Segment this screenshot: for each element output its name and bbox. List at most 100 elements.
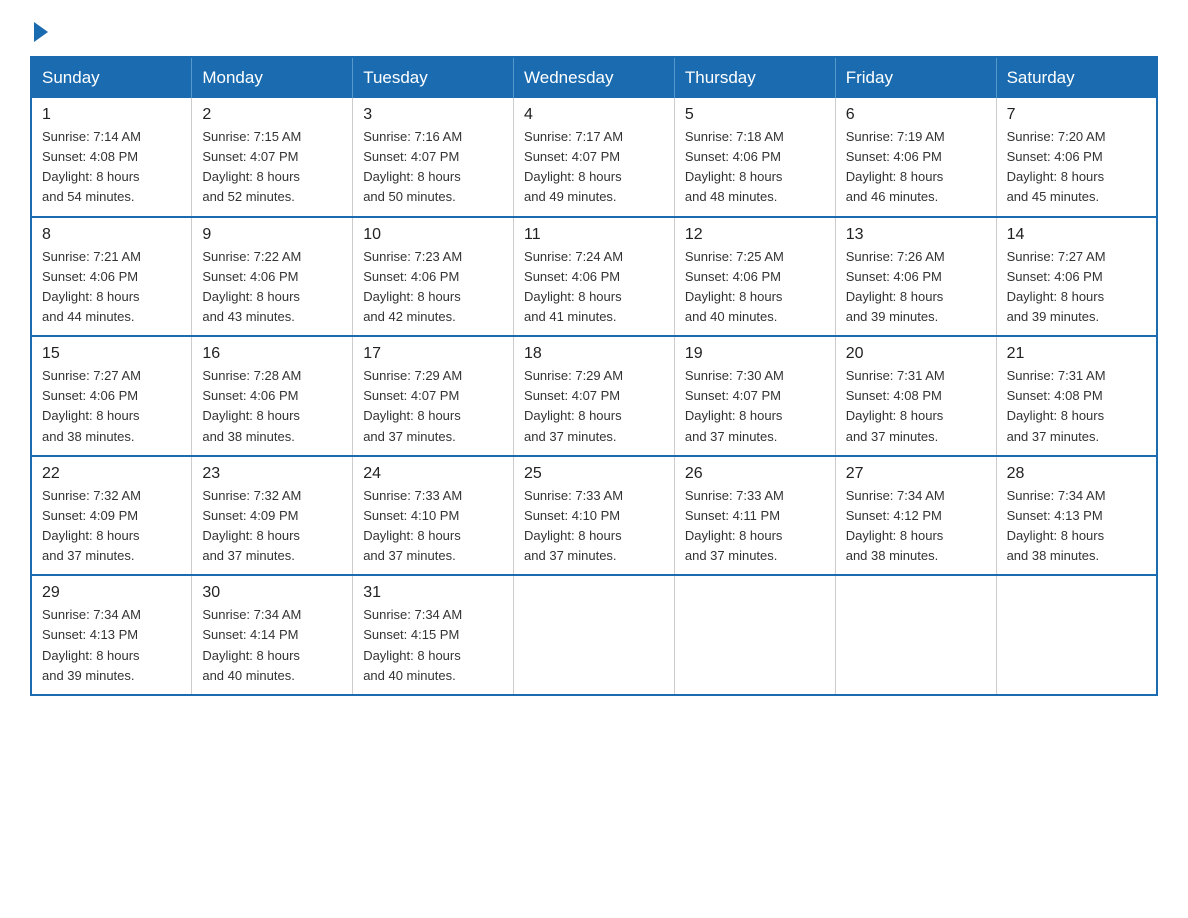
day-number: 20 xyxy=(846,345,986,363)
calendar-day-cell xyxy=(514,575,675,695)
calendar-day-cell: 28 Sunrise: 7:34 AMSunset: 4:13 PMDayligh… xyxy=(996,456,1157,576)
calendar-day-cell xyxy=(674,575,835,695)
calendar-day-cell: 29 Sunrise: 7:34 AMSunset: 4:13 PMDayligh… xyxy=(31,575,192,695)
day-number: 16 xyxy=(202,345,342,363)
day-number: 2 xyxy=(202,106,342,124)
calendar-day-cell: 19 Sunrise: 7:30 AMSunset: 4:07 PMDayligh… xyxy=(674,336,835,456)
day-of-week-header: Friday xyxy=(835,57,996,98)
calendar-day-cell: 26Sunrise: 7:33 AMSunset: 4:11 PMDayligh… xyxy=(674,456,835,576)
calendar-day-cell: 6 Sunrise: 7:19 AMSunset: 4:06 PMDaylight… xyxy=(835,98,996,217)
day-info: Sunrise: 7:14 AMSunset: 4:08 PMDaylight:… xyxy=(42,127,181,208)
day-number: 4 xyxy=(524,106,664,124)
calendar-day-cell: 20 Sunrise: 7:31 AMSunset: 4:08 PMDayligh… xyxy=(835,336,996,456)
day-info: Sunrise: 7:34 AMSunset: 4:12 PMDaylight:… xyxy=(846,486,986,567)
calendar-day-cell: 4Sunrise: 7:17 AMSunset: 4:07 PMDaylight… xyxy=(514,98,675,217)
calendar-day-cell: 13 Sunrise: 7:26 AMSunset: 4:06 PMDayligh… xyxy=(835,217,996,337)
day-number: 29 xyxy=(42,584,181,602)
day-number: 27 xyxy=(846,465,986,483)
logo-top xyxy=(30,20,48,42)
calendar-day-cell: 30 Sunrise: 7:34 AMSunset: 4:14 PMDayligh… xyxy=(192,575,353,695)
day-number: 18 xyxy=(524,345,664,363)
day-info: Sunrise: 7:32 AMSunset: 4:09 PMDaylight:… xyxy=(42,486,181,567)
day-info: Sunrise: 7:33 AMSunset: 4:10 PMDaylight:… xyxy=(524,486,664,567)
day-info: Sunrise: 7:34 AMSunset: 4:15 PMDaylight:… xyxy=(363,605,503,686)
calendar-day-cell: 17 Sunrise: 7:29 AMSunset: 4:07 PMDayligh… xyxy=(353,336,514,456)
day-number: 1 xyxy=(42,106,181,124)
day-number: 31 xyxy=(363,584,503,602)
calendar-header-row: SundayMondayTuesdayWednesdayThursdayFrid… xyxy=(31,57,1157,98)
calendar-day-cell: 23Sunrise: 7:32 AMSunset: 4:09 PMDayligh… xyxy=(192,456,353,576)
calendar-day-cell: 16 Sunrise: 7:28 AMSunset: 4:06 PMDayligh… xyxy=(192,336,353,456)
calendar-day-cell: 10Sunrise: 7:23 AMSunset: 4:06 PMDayligh… xyxy=(353,217,514,337)
day-number: 7 xyxy=(1007,106,1146,124)
day-info: Sunrise: 7:31 AMSunset: 4:08 PMDaylight:… xyxy=(846,366,986,447)
day-info: Sunrise: 7:24 AMSunset: 4:06 PMDaylight:… xyxy=(524,247,664,328)
calendar-day-cell: 27 Sunrise: 7:34 AMSunset: 4:12 PMDayligh… xyxy=(835,456,996,576)
day-number: 30 xyxy=(202,584,342,602)
day-info: Sunrise: 7:28 AMSunset: 4:06 PMDaylight:… xyxy=(202,366,342,447)
day-number: 28 xyxy=(1007,465,1146,483)
day-of-week-header: Sunday xyxy=(31,57,192,98)
day-number: 25 xyxy=(524,465,664,483)
day-number: 12 xyxy=(685,226,825,244)
day-info: Sunrise: 7:34 AMSunset: 4:13 PMDaylight:… xyxy=(42,605,181,686)
day-info: Sunrise: 7:26 AMSunset: 4:06 PMDaylight:… xyxy=(846,247,986,328)
calendar-day-cell: 24 Sunrise: 7:33 AMSunset: 4:10 PMDayligh… xyxy=(353,456,514,576)
day-info: Sunrise: 7:34 AMSunset: 4:14 PMDaylight:… xyxy=(202,605,342,686)
day-info: Sunrise: 7:27 AMSunset: 4:06 PMDaylight:… xyxy=(42,366,181,447)
day-info: Sunrise: 7:34 AMSunset: 4:13 PMDaylight:… xyxy=(1007,486,1146,567)
logo xyxy=(30,20,48,38)
day-info: Sunrise: 7:16 AMSunset: 4:07 PMDaylight:… xyxy=(363,127,503,208)
calendar-day-cell: 8 Sunrise: 7:21 AMSunset: 4:06 PMDaylight… xyxy=(31,217,192,337)
day-info: Sunrise: 7:33 AMSunset: 4:10 PMDaylight:… xyxy=(363,486,503,567)
day-info: Sunrise: 7:33 AMSunset: 4:11 PMDaylight:… xyxy=(685,486,825,567)
day-number: 11 xyxy=(524,226,664,244)
logo-arrow-icon xyxy=(34,22,48,42)
calendar-day-cell xyxy=(835,575,996,695)
day-info: Sunrise: 7:21 AMSunset: 4:06 PMDaylight:… xyxy=(42,247,181,328)
day-number: 13 xyxy=(846,226,986,244)
day-info: Sunrise: 7:22 AMSunset: 4:06 PMDaylight:… xyxy=(202,247,342,328)
day-number: 19 xyxy=(685,345,825,363)
day-of-week-header: Wednesday xyxy=(514,57,675,98)
calendar-day-cell xyxy=(996,575,1157,695)
calendar-week-row: 22 Sunrise: 7:32 AMSunset: 4:09 PMDayligh… xyxy=(31,456,1157,576)
day-number: 10 xyxy=(363,226,503,244)
calendar-day-cell: 3 Sunrise: 7:16 AMSunset: 4:07 PMDaylight… xyxy=(353,98,514,217)
calendar-week-row: 1 Sunrise: 7:14 AMSunset: 4:08 PMDaylight… xyxy=(31,98,1157,217)
day-number: 3 xyxy=(363,106,503,124)
day-info: Sunrise: 7:27 AMSunset: 4:06 PMDaylight:… xyxy=(1007,247,1146,328)
day-number: 21 xyxy=(1007,345,1146,363)
day-of-week-header: Saturday xyxy=(996,57,1157,98)
day-info: Sunrise: 7:18 AMSunset: 4:06 PMDaylight:… xyxy=(685,127,825,208)
calendar-table: SundayMondayTuesdayWednesdayThursdayFrid… xyxy=(30,56,1158,696)
day-info: Sunrise: 7:19 AMSunset: 4:06 PMDaylight:… xyxy=(846,127,986,208)
calendar-day-cell: 12Sunrise: 7:25 AMSunset: 4:06 PMDayligh… xyxy=(674,217,835,337)
calendar-day-cell: 5Sunrise: 7:18 AMSunset: 4:06 PMDaylight… xyxy=(674,98,835,217)
calendar-day-cell: 31 Sunrise: 7:34 AMSunset: 4:15 PMDayligh… xyxy=(353,575,514,695)
day-number: 6 xyxy=(846,106,986,124)
calendar-day-cell: 1 Sunrise: 7:14 AMSunset: 4:08 PMDaylight… xyxy=(31,98,192,217)
day-number: 22 xyxy=(42,465,181,483)
day-number: 23 xyxy=(202,465,342,483)
day-of-week-header: Monday xyxy=(192,57,353,98)
calendar-day-cell: 25 Sunrise: 7:33 AMSunset: 4:10 PMDayligh… xyxy=(514,456,675,576)
day-info: Sunrise: 7:20 AMSunset: 4:06 PMDaylight:… xyxy=(1007,127,1146,208)
calendar-week-row: 29 Sunrise: 7:34 AMSunset: 4:13 PMDayligh… xyxy=(31,575,1157,695)
page-header xyxy=(30,20,1158,38)
day-info: Sunrise: 7:30 AMSunset: 4:07 PMDaylight:… xyxy=(685,366,825,447)
day-number: 14 xyxy=(1007,226,1146,244)
calendar-day-cell: 11 Sunrise: 7:24 AMSunset: 4:06 PMDayligh… xyxy=(514,217,675,337)
day-info: Sunrise: 7:31 AMSunset: 4:08 PMDaylight:… xyxy=(1007,366,1146,447)
calendar-day-cell: 22 Sunrise: 7:32 AMSunset: 4:09 PMDayligh… xyxy=(31,456,192,576)
day-info: Sunrise: 7:15 AMSunset: 4:07 PMDaylight:… xyxy=(202,127,342,208)
day-number: 8 xyxy=(42,226,181,244)
day-info: Sunrise: 7:29 AMSunset: 4:07 PMDaylight:… xyxy=(363,366,503,447)
day-number: 24 xyxy=(363,465,503,483)
day-of-week-header: Thursday xyxy=(674,57,835,98)
day-number: 15 xyxy=(42,345,181,363)
calendar-day-cell: 18 Sunrise: 7:29 AMSunset: 4:07 PMDayligh… xyxy=(514,336,675,456)
day-number: 17 xyxy=(363,345,503,363)
day-info: Sunrise: 7:29 AMSunset: 4:07 PMDaylight:… xyxy=(524,366,664,447)
calendar-day-cell: 21 Sunrise: 7:31 AMSunset: 4:08 PMDayligh… xyxy=(996,336,1157,456)
